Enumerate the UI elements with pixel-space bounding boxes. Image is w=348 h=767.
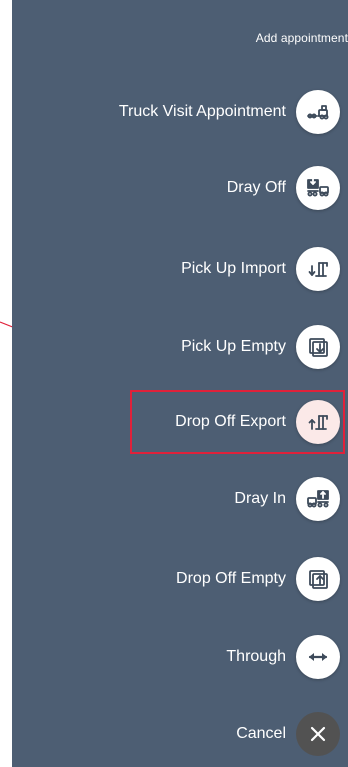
pick-up-import-option[interactable]: Pick Up Import <box>181 245 340 293</box>
dray-in-option[interactable]: Dray In <box>234 475 340 523</box>
pick-up-empty-icon <box>309 338 328 357</box>
option-label: Cancel <box>236 725 286 742</box>
through-option[interactable]: Through <box>226 633 340 681</box>
truck-visit-icon <box>307 105 329 120</box>
dray-in-icon <box>307 490 329 508</box>
through-button[interactable] <box>296 635 340 679</box>
option-label: Dray Off <box>226 179 286 196</box>
drop-off-empty-button[interactable] <box>296 557 340 601</box>
screen: Add appointment Truck Visit Appointment … <box>0 0 348 767</box>
menu-title: Add appointment <box>255 31 348 45</box>
drop-off-export-button[interactable] <box>296 400 340 444</box>
option-label: Through <box>226 648 286 665</box>
option-label: Pick Up Import <box>181 260 286 277</box>
option-label: Pick Up Empty <box>181 338 286 355</box>
pick-up-import-button[interactable] <box>296 247 340 291</box>
truck-visit-appointment-option[interactable]: Truck Visit Appointment <box>119 88 340 136</box>
pick-up-empty-button[interactable] <box>296 325 340 369</box>
truck-visit-button[interactable] <box>296 90 340 134</box>
option-label: Truck Visit Appointment <box>118 103 286 120</box>
pick-up-import-icon <box>308 262 328 277</box>
dray-off-button[interactable] <box>296 166 340 210</box>
option-label: Drop Off Export <box>175 413 286 430</box>
option-label: Drop Off Empty <box>176 570 286 587</box>
drop-off-empty-option[interactable]: Drop Off Empty <box>176 555 340 603</box>
cancel-option[interactable]: Cancel <box>236 710 340 758</box>
close-icon <box>310 726 326 742</box>
drop-off-export-icon <box>308 415 328 430</box>
drop-off-empty-icon <box>309 570 328 589</box>
through-arrows-icon <box>308 653 328 661</box>
drop-off-export-option[interactable]: Drop Off Export <box>175 398 340 446</box>
dray-off-option[interactable]: Dray Off <box>227 164 340 212</box>
pick-up-empty-option[interactable]: Pick Up Empty <box>181 323 340 371</box>
dray-in-button[interactable] <box>296 477 340 521</box>
dray-off-icon <box>307 176 329 197</box>
cancel-button[interactable] <box>296 712 340 756</box>
option-label: Dray In <box>234 490 286 507</box>
